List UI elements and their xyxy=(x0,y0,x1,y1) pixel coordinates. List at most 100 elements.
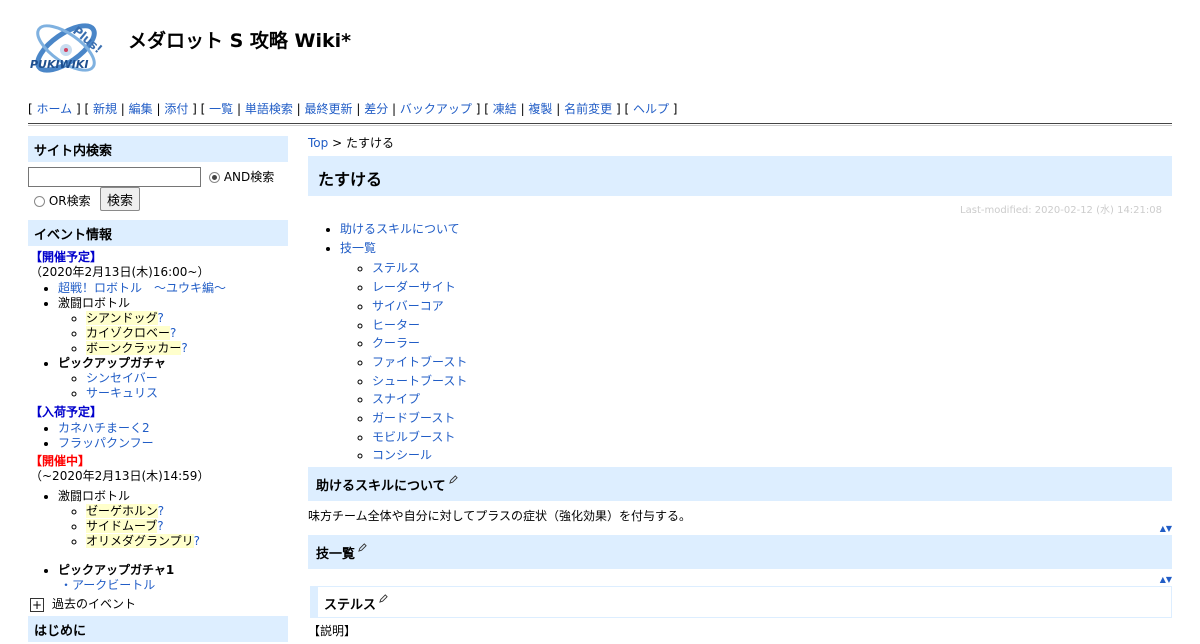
past-events-toggle[interactable]: + 過去のイベント xyxy=(30,597,288,612)
toc-link[interactable]: 技一覧 xyxy=(340,241,376,255)
page-title: たすける xyxy=(308,156,1172,196)
page-updown-link[interactable]: ▲▼ xyxy=(308,523,1172,535)
header: Plus! PUKIWIKI メダロット S 攻略 Wiki* xyxy=(0,0,1200,96)
breadcrumb-top-link[interactable]: Top xyxy=(308,136,328,150)
list-item: 激闘ロボトル シアンドッグ? カイゾクロベー? ボーンクラッカー? xyxy=(58,296,288,356)
nav-separator: | xyxy=(516,102,529,116)
nav-link[interactable]: 最終更新 xyxy=(305,102,353,116)
toc-link[interactable]: スナイプ xyxy=(372,392,420,406)
list-item: ボーンクラッカー? xyxy=(86,341,288,356)
subsection-heading: ステルス xyxy=(310,586,1172,619)
scheduled-date: （2020年2月13日(木)16:00~） xyxy=(30,265,210,279)
nav-link[interactable]: 一覧 xyxy=(209,102,233,116)
scheduled-list: 超戦！ロボトル ～ユウキ編～ 激闘ロボトル シアンドッグ? カイゾクロベー? ボ… xyxy=(30,281,288,401)
toc-link[interactable]: レーダーサイト xyxy=(372,280,456,294)
nav-bracket: ] xyxy=(471,102,485,116)
nav-link[interactable]: 差分 xyxy=(364,102,388,116)
breadcrumb: Top > たすける xyxy=(308,136,1172,150)
parts-link[interactable]: カネハチまーく2 xyxy=(58,421,150,435)
toc-link[interactable]: ヒーター xyxy=(372,318,420,332)
gacha-sub: ・アークビートル xyxy=(30,578,288,593)
search-heading: サイト内検索 xyxy=(28,136,288,162)
toc-link[interactable]: サイバーコア xyxy=(372,299,444,313)
toc-item: スナイプ xyxy=(372,390,1172,409)
nav-link[interactable]: 凍結 xyxy=(493,102,517,116)
nav-link[interactable]: ホーム xyxy=(37,102,73,116)
toc-item: シュートブースト xyxy=(372,372,1172,391)
list-item: オリメダグランプリ? xyxy=(86,534,288,549)
unlinked-page: サイドムーブ xyxy=(86,519,158,533)
updown-icon[interactable]: ▲▼ xyxy=(1160,524,1172,533)
create-page-link[interactable]: ? xyxy=(157,519,163,533)
nav-link[interactable]: バックアップ xyxy=(400,102,472,116)
nav-link[interactable]: ヘルプ xyxy=(633,102,669,116)
nav-link[interactable]: 新規 xyxy=(93,102,117,116)
unlinked-page: オリメダグランプリ xyxy=(86,534,194,548)
pukiwiki-logo[interactable]: Plus! PUKIWIKI xyxy=(28,12,105,88)
create-page-link[interactable]: ? xyxy=(181,341,187,355)
or-search-option[interactable]: OR検索 xyxy=(34,192,91,209)
toc-list: 助けるスキルについて技一覧ステルスレーダーサイトサイバーコアヒータークーラーファ… xyxy=(308,220,1172,465)
or-radio[interactable] xyxy=(34,196,45,207)
and-radio[interactable] xyxy=(209,172,220,183)
search-button[interactable]: 検索 xyxy=(100,187,141,211)
search-form: AND検索 OR検索 検索 xyxy=(28,164,288,212)
nav-link[interactable]: 添付 xyxy=(164,102,188,116)
toc-item: サイバーコア xyxy=(372,297,1172,316)
toc-link[interactable]: クーラー xyxy=(372,336,420,350)
create-page-link[interactable]: ? xyxy=(158,504,164,518)
arrival-label: 【入荷予定】 xyxy=(30,405,103,419)
subsection-title: ステルス xyxy=(324,598,377,614)
nav-link[interactable]: 名前変更 xyxy=(564,102,612,116)
toc-link[interactable]: 助けるスキルについて xyxy=(340,222,460,236)
toc-item: 技一覧ステルスレーダーサイトサイバーコアヒータークーラーファイトブーストシュート… xyxy=(340,239,1172,465)
and-search-option[interactable]: AND検索 xyxy=(209,168,274,185)
intro-heading: はじめに xyxy=(28,616,288,642)
nav-bracket: [ xyxy=(484,102,493,116)
edit-icon[interactable] xyxy=(448,475,458,484)
edit-icon[interactable] xyxy=(358,543,367,552)
event-link[interactable]: 超戦！ロボトル ～ユウキ編～ xyxy=(58,281,226,295)
nav-link[interactable]: 編集 xyxy=(129,102,153,116)
updown-icon[interactable]: ▲▼ xyxy=(1160,575,1172,584)
toc-link[interactable]: ガードブースト xyxy=(372,411,455,425)
gacha-list: ピックアップガチャ1 xyxy=(30,563,288,578)
svg-text:PUKIWIKI: PUKIWIKI xyxy=(30,58,88,71)
parts-link[interactable]: サーキュリス xyxy=(86,386,158,400)
create-page-link[interactable]: ? xyxy=(194,534,200,548)
nav-link[interactable]: 複製 xyxy=(528,102,552,116)
or-label: OR検索 xyxy=(48,194,91,208)
list-item: ゼーゲホルン? xyxy=(86,504,288,519)
parts-link[interactable]: シンセイバー xyxy=(86,371,158,385)
nav-separator: | xyxy=(292,102,305,116)
section-title: 助けるスキルについて xyxy=(316,479,446,495)
page-updown-link[interactable]: ▲▼ xyxy=(308,574,1172,586)
toc-item: コンシール xyxy=(372,446,1172,465)
main-content: Top > たすける たすける Last-modified: 2020-02-1… xyxy=(308,136,1172,639)
parts-link[interactable]: ・アークビートル xyxy=(60,578,155,592)
section-heading: 技一覧 xyxy=(308,535,1172,570)
create-page-link[interactable]: ? xyxy=(158,311,164,325)
toc-item: モビルブースト xyxy=(372,428,1172,447)
edit-icon[interactable] xyxy=(379,594,388,603)
toc-link[interactable]: コンシール xyxy=(372,448,432,462)
list-item: ピックアップガチャ シンセイバー サーキュリス xyxy=(58,356,288,401)
scheduled-label: 【開催予定】 xyxy=(30,250,103,264)
section-title: 技一覧 xyxy=(316,547,356,563)
parts-link[interactable]: フラッパクンフー xyxy=(58,436,154,450)
toc-link[interactable]: モビルブースト xyxy=(372,430,455,444)
toc-link[interactable]: ステルス xyxy=(372,261,420,275)
toc-link[interactable]: シュートブースト xyxy=(372,374,467,388)
toc-link[interactable]: ファイトブースト xyxy=(372,355,467,369)
list-item: サイドムーブ? xyxy=(86,519,288,534)
expand-icon[interactable]: + xyxy=(30,597,44,612)
past-events-label: 過去のイベント xyxy=(52,597,137,611)
toc-item: レーダーサイト xyxy=(372,278,1172,297)
create-page-link[interactable]: ? xyxy=(170,326,176,340)
arrival-list: カネハチまーく2 フラッパクンフー xyxy=(30,421,288,451)
list-item: ピックアップガチャ1 xyxy=(58,563,288,578)
list-item: シンセイバー xyxy=(86,371,288,386)
event-name: ピックアップガチャ xyxy=(58,356,166,370)
search-input[interactable] xyxy=(28,167,201,187)
nav-link[interactable]: 単語検索 xyxy=(245,102,293,116)
